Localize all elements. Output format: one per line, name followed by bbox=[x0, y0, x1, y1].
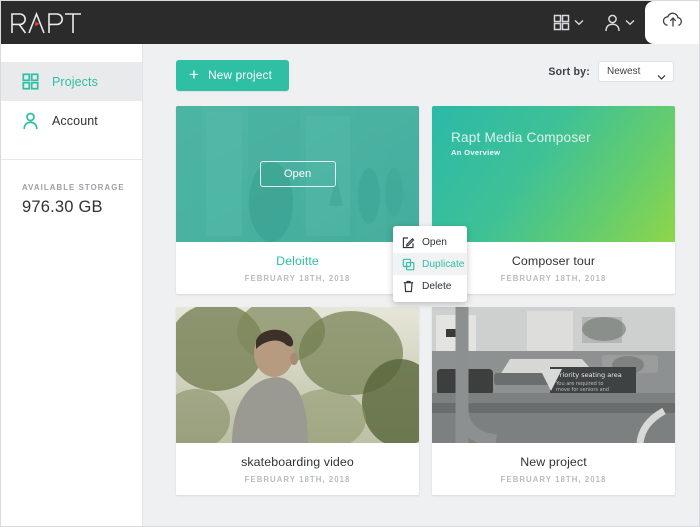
plus-icon: + bbox=[189, 64, 200, 84]
project-title: Composer tour bbox=[511, 253, 596, 268]
open-button-label: Open bbox=[283, 168, 312, 180]
storage-value: 976.30 GB bbox=[22, 198, 103, 216]
chevron-down-icon bbox=[657, 68, 666, 86]
project-thumbnail[interactable]: Priority seating area You are required t… bbox=[432, 307, 675, 443]
cloud-upload-icon bbox=[662, 11, 684, 34]
project-card[interactable]: Priority seating area You are required t… bbox=[432, 307, 675, 495]
sort-control: Sort by: Newest bbox=[548, 61, 674, 82]
project-meta: Deloitte FEBRUARY 18TH, 2018 bbox=[176, 242, 419, 294]
storage-label: AVAILABLE STORAGE bbox=[22, 183, 125, 192]
main-content: + New project Sort by: Newest Open Deloi… bbox=[144, 44, 699, 526]
context-menu-label: Delete bbox=[422, 280, 452, 292]
project-title: New project bbox=[520, 454, 587, 469]
chevron-down-icon bbox=[625, 19, 635, 26]
top-bar bbox=[1, 1, 699, 44]
chevron-down-icon bbox=[574, 19, 584, 26]
available-storage: AVAILABLE STORAGE 976.30 GB bbox=[1, 160, 142, 217]
project-thumbnail[interactable] bbox=[176, 307, 419, 443]
sidebar-item-label: Projects bbox=[52, 74, 98, 89]
project-thumbnail[interactable]: Rapt Media Composer An Overview bbox=[432, 106, 675, 242]
person-trees-photo bbox=[176, 307, 419, 443]
apps-menu-button[interactable] bbox=[543, 1, 594, 44]
trash-icon bbox=[402, 280, 415, 293]
projects-toolbar: + New project Sort by: Newest bbox=[144, 44, 699, 106]
top-bar-actions bbox=[543, 1, 699, 44]
project-thumbnail[interactable]: Open bbox=[176, 106, 419, 242]
project-meta: Composer tour FEBRUARY 18TH, 2018 bbox=[432, 242, 675, 294]
rapt-app-window: Projects Account AVAILABLE STORAGE 976.3… bbox=[0, 0, 700, 527]
svg-text:move for seniors and: move for seniors and bbox=[556, 387, 609, 393]
open-project-button[interactable]: Open bbox=[259, 161, 336, 187]
project-title: Deloitte bbox=[276, 253, 319, 268]
project-card[interactable]: Open Deloitte FEBRUARY 18TH, 2018 bbox=[176, 106, 419, 294]
project-date: FEBRUARY 18TH, 2018 bbox=[244, 273, 351, 283]
context-menu-label: Duplicate bbox=[422, 258, 465, 270]
new-project-label: New project bbox=[208, 68, 273, 82]
user-icon bbox=[604, 14, 621, 32]
project-title: skateboarding video bbox=[241, 454, 354, 469]
sort-label: Sort by: bbox=[548, 65, 590, 78]
context-menu-item-open[interactable]: Open bbox=[393, 231, 467, 253]
project-date: FEBRUARY 18TH, 2018 bbox=[500, 273, 607, 283]
gradient-slide-background bbox=[432, 106, 675, 242]
sidebar-item-projects[interactable]: Projects bbox=[1, 62, 142, 101]
project-date: FEBRUARY 18TH, 2018 bbox=[500, 474, 607, 484]
context-menu-item-duplicate[interactable]: Duplicate bbox=[393, 253, 467, 275]
sidebar-nav: Projects Account AVAILABLE STORAGE 976.3… bbox=[1, 44, 142, 217]
sidebar-item-label: Account bbox=[52, 113, 98, 128]
new-project-button[interactable]: + New project bbox=[176, 59, 290, 91]
cloud-upload-button[interactable] bbox=[645, 1, 699, 44]
sidebar-item-account[interactable]: Account bbox=[1, 101, 142, 140]
edit-square-icon bbox=[402, 236, 415, 249]
context-menu-label: Open bbox=[422, 236, 447, 248]
grid-icon bbox=[22, 73, 39, 90]
grid-icon bbox=[553, 14, 570, 31]
project-date: FEBRUARY 18TH, 2018 bbox=[244, 474, 351, 484]
project-meta: New project FEBRUARY 18TH, 2018 bbox=[432, 443, 675, 495]
slide-title: Rapt Media Composer bbox=[451, 130, 591, 145]
sidebar: Projects Account AVAILABLE STORAGE 976.3… bbox=[1, 44, 143, 526]
slide-subtitle: An Overview bbox=[451, 148, 501, 157]
account-menu-button[interactable] bbox=[594, 1, 645, 44]
rapt-logo[interactable] bbox=[9, 1, 89, 44]
project-meta: skateboarding video FEBRUARY 18TH, 2018 bbox=[176, 443, 419, 495]
project-card[interactable]: Rapt Media Composer An Overview Composer… bbox=[432, 106, 675, 294]
copy-icon bbox=[402, 258, 415, 271]
sort-select[interactable]: Newest bbox=[598, 61, 674, 82]
context-menu-item-delete[interactable]: Delete bbox=[393, 275, 467, 297]
sort-selected-value: Newest bbox=[607, 66, 641, 77]
bus-window-bw-photo: Priority seating area You are required t… bbox=[432, 307, 675, 443]
project-context-menu: Open Duplicate Delete bbox=[393, 226, 467, 302]
svg-text:Priority seating area: Priority seating area bbox=[556, 371, 622, 379]
project-card[interactable]: skateboarding video FEBRUARY 18TH, 2018 bbox=[176, 307, 419, 495]
thumbnail-hover-overlay: Open bbox=[176, 106, 419, 242]
user-icon bbox=[22, 112, 39, 130]
